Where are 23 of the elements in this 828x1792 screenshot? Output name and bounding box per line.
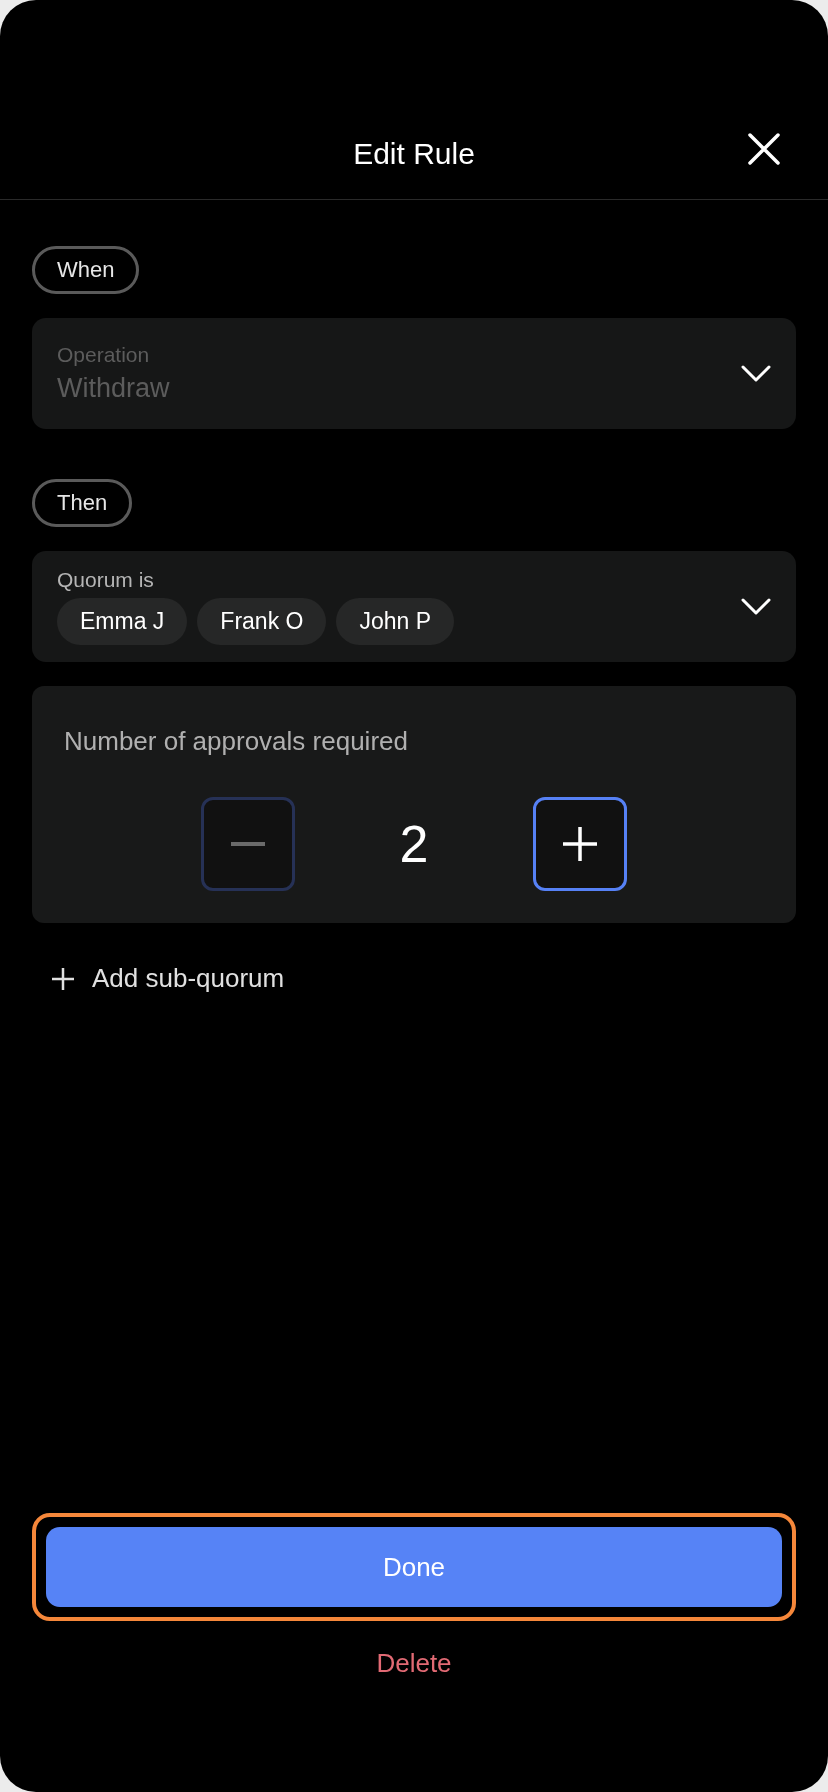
member-chip: John P (336, 598, 455, 645)
add-sub-quorum-link[interactable]: Add sub-quorum (52, 963, 285, 994)
dialog-title: Edit Rule (353, 137, 475, 171)
member-chip: Frank O (197, 598, 327, 645)
increment-button[interactable] (533, 797, 627, 891)
minus-icon (231, 842, 265, 846)
chevron-down-icon (740, 363, 772, 384)
member-chip: Emma J (57, 598, 188, 645)
field-value: Withdraw (57, 373, 171, 404)
then-label: Then (32, 479, 133, 527)
field-label: Operation (57, 343, 151, 367)
when-label: When (32, 246, 140, 294)
quorum-dropdown[interactable]: Quorum is Emma J Frank O John P (32, 551, 796, 662)
plus-icon (52, 967, 74, 990)
field-label: Quorum is (57, 568, 155, 592)
approvals-label: Number of approvals required (64, 726, 409, 757)
approvals-count: 2 (398, 814, 430, 874)
delete-button[interactable]: Delete (370, 1647, 458, 1680)
chevron-down-icon (740, 596, 772, 617)
close-button[interactable] (746, 131, 782, 167)
plus-icon (563, 827, 597, 861)
done-button[interactable]: Done (46, 1527, 782, 1607)
close-icon (746, 131, 782, 167)
